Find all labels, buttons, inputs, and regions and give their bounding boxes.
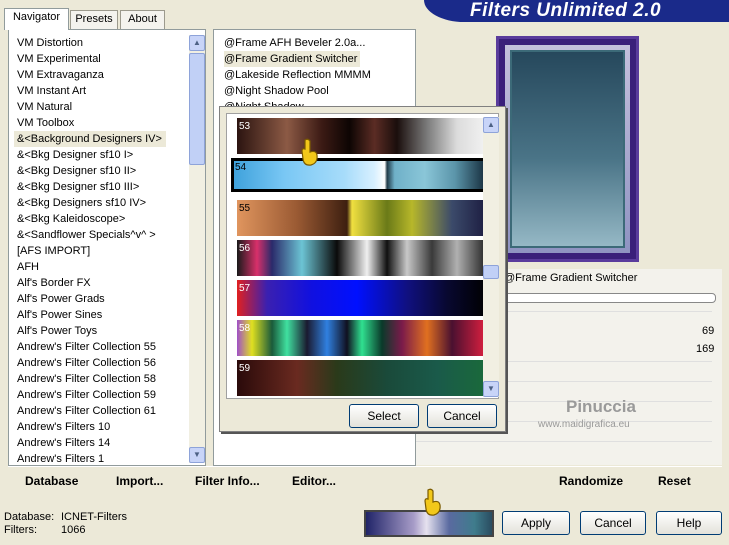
list-item[interactable]: AFH [17,259,39,275]
help-button[interactable]: Help [656,511,722,535]
list-item[interactable]: VM Instant Art [17,83,86,99]
database-button[interactable]: Database [25,474,78,488]
scroll-up-icon[interactable]: ▲ [483,117,499,133]
list-item[interactable]: VM Natural [17,99,72,115]
list-item[interactable]: VM Extravaganza [17,67,104,83]
list-item[interactable]: &<Bkg Designer sf10 II> [17,163,136,179]
gradient-item[interactable]: 55 [237,200,487,236]
list-item-selected[interactable]: &<Background Designers IV> [14,131,166,147]
gradient-scrollbar[interactable]: ▲ ▼ [483,117,499,397]
list-item[interactable]: &<Bkg Designers sf10 IV> [17,195,146,211]
tab-presets[interactable]: Presets [70,10,118,29]
watermark-url: www.maidigrafica.eu [538,419,630,430]
list-item[interactable]: &<Bkg Kaleidoscope> [17,211,125,227]
cancel-button[interactable]: Cancel [580,511,646,535]
database-value: ICNET-Filters [61,511,127,523]
reset-button[interactable]: Reset [658,474,691,488]
hand-cursor-icon [420,488,442,522]
gradient-item[interactable]: 58 [237,320,487,356]
list-item[interactable]: Alf's Power Toys [17,323,97,339]
list-item[interactable]: Alf's Power Sines [17,307,102,323]
list-item[interactable]: Alf's Border FX [17,275,91,291]
scroll-thumb[interactable] [483,265,499,279]
list-item[interactable]: VM Distortion [17,35,83,51]
scroll-thumb[interactable] [189,53,205,165]
list-item[interactable]: &<Bkg Designer sf10 I> [17,147,133,163]
list-item[interactable]: [AFS IMPORT] [17,243,90,259]
tab-about[interactable]: About [120,10,165,29]
gradient-item[interactable]: 59 [237,360,487,396]
list-item[interactable]: Andrew's Filter Collection 61 [17,403,156,419]
scroll-down-icon[interactable]: ▼ [189,447,205,463]
preview-image [496,36,639,262]
list-item[interactable]: Andrew's Filter Collection 55 [17,339,156,355]
editor-button[interactable]: Editor... [292,474,336,488]
scroll-down-icon[interactable]: ▼ [483,381,499,397]
category-scrollbar[interactable]: ▲ ▼ [189,35,205,463]
list-item[interactable]: VM Toolbox [17,115,74,131]
list-item[interactable]: @Frame AFH Beveler 2.0a... [224,35,365,51]
gradient-item[interactable]: 56 [237,240,487,276]
param-value: 69 [702,325,715,337]
list-item[interactable]: &<Sandflower Specials^v^ > [17,227,156,243]
filter-name: @Frame Gradient Switcher [504,272,638,284]
app-title: Filters Unlimited 2.0 [470,0,662,21]
filters-count-value: 1066 [61,524,86,536]
database-label: Database: [4,511,55,523]
bottom-toolbar: Database Import... Filter Info... Editor… [8,466,722,497]
randomize-button[interactable]: Randomize [559,474,623,488]
list-item[interactable]: Andrew's Filters 14 [17,435,110,451]
filters-count-label: Filters: [4,524,37,536]
dialog-cancel-button[interactable]: Cancel [427,404,497,428]
apply-button[interactable]: Apply [502,511,570,535]
watermark-name: Pinuccia [566,397,636,416]
gradient-list[interactable]: 53 54 55 56 57 58 59 ▲ ▼ [226,113,499,399]
list-item[interactable]: @Night Shadow Pool [224,83,329,99]
category-list[interactable]: VM Distortion VM Experimental VM Extrava… [8,29,206,466]
list-item[interactable]: Andrew's Filters 10 [17,419,110,435]
hand-cursor-icon [297,138,319,172]
import-button[interactable]: Import... [116,474,163,488]
select-button[interactable]: Select [349,404,419,428]
list-item[interactable]: Andrew's Filters 1 [17,451,104,467]
gradient-item[interactable]: 57 [237,280,487,316]
gradient-picker-dialog: 53 54 55 56 57 58 59 ▲ ▼ Select Cancel [219,106,506,432]
list-item[interactable]: VM Experimental [17,51,101,67]
param-value: 169 [696,343,715,355]
list-item-selected[interactable]: @Frame Gradient Switcher [224,51,361,67]
list-item[interactable]: &<Bkg Designer sf10 III> [17,179,139,195]
list-item[interactable]: Andrew's Filter Collection 58 [17,371,156,387]
progress-bar [504,293,716,303]
gradient-item[interactable]: 53 [237,118,487,154]
list-item[interactable]: Alf's Power Grads [17,291,105,307]
gradient-item-selected[interactable]: 54 [231,158,488,192]
list-item[interactable]: Andrew's Filter Collection 56 [17,355,156,371]
scroll-up-icon[interactable]: ▲ [189,35,205,51]
filter-info-button[interactable]: Filter Info... [195,474,260,488]
list-item[interactable]: Andrew's Filter Collection 59 [17,387,156,403]
tab-navigator[interactable]: Navigator [4,8,69,30]
list-item[interactable]: @Lakeside Reflection MMMM [224,67,371,83]
